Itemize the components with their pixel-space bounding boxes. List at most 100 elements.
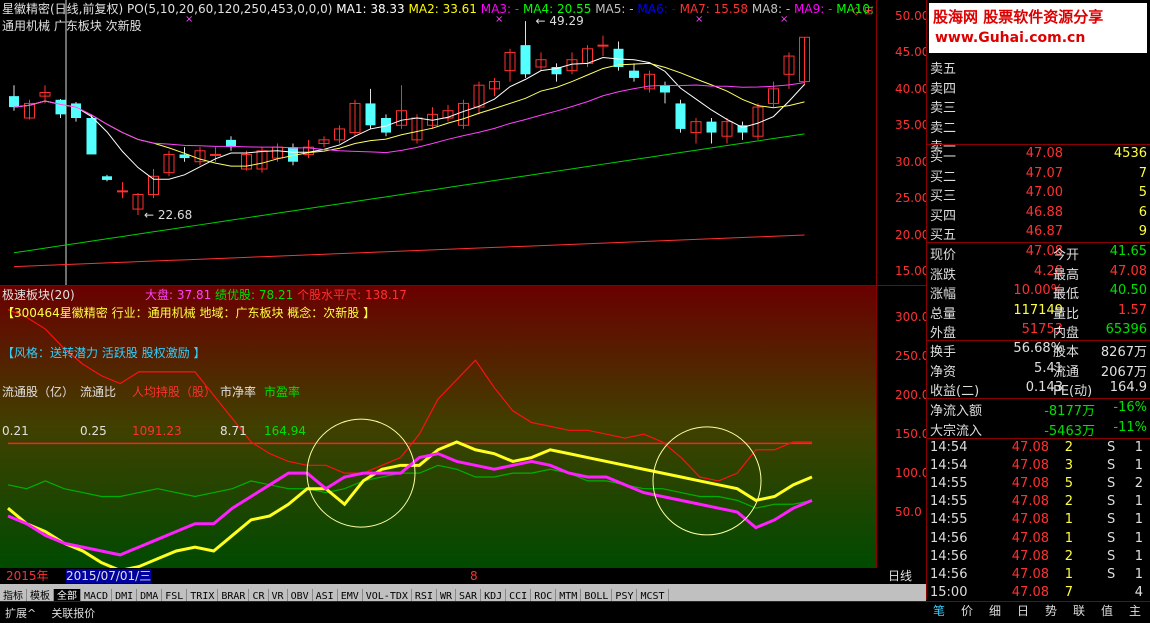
indicator-pane[interactable]: 极速板块(20) 大盘: 37.81 绩优股: 78.21 个股水平尺: 138…: [0, 286, 876, 573]
col-avg-holding: 人均持股（股）: [132, 385, 217, 399]
quote-label: 涨幅: [930, 287, 957, 302]
quote-row: 现价 47.08 今开 41.65: [927, 244, 1150, 263]
candle-body: [117, 190, 128, 193]
side-tab[interactable]: 主: [1129, 604, 1141, 618]
sell-level-label: 卖三: [930, 101, 957, 116]
candle-body: [210, 153, 221, 156]
low-price-label: ← 22.68: [144, 208, 192, 222]
buy-volume: 4536: [1113, 146, 1147, 161]
tick-volume: 2: [1064, 494, 1073, 510]
tick-count: 1: [1134, 440, 1143, 455]
val-pe: 164.94: [264, 424, 306, 438]
flow-row: 净流入额 -8177万 -16%: [927, 400, 1150, 419]
expand-button[interactable]: 扩展^: [0, 603, 41, 623]
side-tabs[interactable]: 笔价细日势联值主: [927, 602, 1150, 620]
buy-volume: 6: [1138, 204, 1147, 220]
fin-value: 2067万: [1100, 364, 1147, 380]
section-divider: [927, 438, 1150, 439]
ma7-line: [13, 234, 805, 268]
related-quote-button[interactable]: 关联报价: [46, 603, 100, 623]
fin-label: 收益(二): [930, 384, 980, 399]
tick-volume: 1: [1064, 566, 1073, 582]
high-price-label: ← 49.29: [536, 14, 584, 28]
indicator-tick: 200.0: [895, 388, 930, 403]
tick-time: 14:55: [930, 494, 968, 510]
price-tick: 40.00: [895, 81, 930, 96]
cursor-date: 2015/07/01/三: [66, 569, 152, 583]
fin-label: 流通: [1053, 364, 1080, 380]
buy-volume: 9: [1138, 224, 1147, 239]
buy-level-label: 买五: [930, 228, 957, 243]
price-tick: 15.00: [895, 264, 930, 278]
quote-value: 47.08: [1109, 263, 1147, 279]
candle-body: [365, 103, 376, 126]
quote-value: 40.50: [1109, 283, 1147, 298]
fin-value: 8267万: [1100, 345, 1147, 360]
price-tick: 45.00: [895, 45, 930, 60]
gegu-value: 个股水平尺: 138.17: [297, 288, 407, 302]
price-tick: 30.00: [895, 154, 930, 169]
logo-url: www.Guhai.com.cn: [935, 30, 1086, 46]
buy-volume: 7: [1138, 165, 1147, 181]
indicator-tabs[interactable]: 指标 模板 全部 MACD DMI DMA FSL TRIX BRAR CR VR OBV ASI EMV…: [0, 584, 926, 604]
side-tab[interactable]: 联: [1073, 604, 1085, 618]
sell-row: 卖三: [927, 97, 1150, 116]
sell-row: 卖二: [927, 117, 1150, 136]
ma3-line: [13, 82, 805, 154]
flow-pct: -16%: [1113, 400, 1147, 415]
quote-value: 1.57: [1118, 302, 1147, 318]
ma-legend-item: MA3: -: [480, 2, 523, 16]
dapan-value: 大盘: 37.81: [145, 288, 212, 302]
period-label[interactable]: 日线: [888, 569, 912, 583]
buy-row: 买五 46.87 9: [927, 224, 1150, 243]
quote-panel: 股海网 股票软件资源分享 www.Guhai.com.cn 卖五 卖四 卖三 卖二 卖一…: [926, 0, 1150, 618]
buy-price: 47.08: [1025, 146, 1063, 161]
quote-label: 外盘: [930, 326, 957, 341]
ma2-line: [13, 62, 805, 167]
ma4-line: [13, 133, 805, 254]
flow-label: 大宗流入: [930, 423, 983, 439]
sell-level-label: 卖四: [930, 81, 957, 97]
section-divider: [927, 398, 1150, 399]
buy-row: 买四 46.88 6: [927, 204, 1150, 224]
fin-value: 164.9: [1109, 380, 1147, 395]
side-tab[interactable]: 值: [1101, 604, 1113, 618]
chart-controls[interactable]: ◇ ⊞: [852, 4, 873, 17]
side-tab[interactable]: 日: [1017, 604, 1029, 618]
price-axis: 50.00 45.00 40.00 35.00 30.00 25.00 20.00 15.00…: [876, 0, 930, 568]
side-tab[interactable]: 势: [1045, 604, 1057, 618]
fin-label: 净资: [930, 364, 957, 380]
buy-row: 买一 47.08 4536: [927, 146, 1150, 165]
tick-time: 14:55: [930, 512, 968, 528]
tick-count: 1: [1134, 458, 1143, 474]
tick-row: 14:54 47.08 2 S 1: [927, 440, 1150, 458]
side-tab[interactable]: 笔: [933, 604, 945, 618]
candlestick-chart[interactable]: ← 49.29 ← 22.68 × × × × 星徽精密(日线,前复权) PO(5,10,…: [0, 0, 882, 285]
quote-value: 65396: [1105, 322, 1147, 337]
indicator-tick: 250.0: [895, 349, 930, 364]
quote-row: 外盘 51753 内盘 65396: [927, 322, 1150, 341]
flow-row: 大宗流入 -5463万 -11%: [927, 420, 1150, 439]
val-float-shares: 0.21: [2, 424, 29, 438]
indicator-title: 极速板块(20): [2, 288, 75, 302]
logo-text: 股海网 股票软件资源分享: [933, 8, 1104, 26]
ma-legend-item: MA1: 38.33: [336, 2, 409, 16]
tick-count: 1: [1134, 548, 1143, 564]
side-tab[interactable]: 细: [989, 604, 1001, 618]
price-tick: 25.00: [895, 191, 930, 206]
month-label: 8: [470, 569, 478, 583]
tick-count: 4: [1134, 584, 1143, 600]
candlestick-plot[interactable]: ← 49.29← 22.68× × × ×: [0, 0, 876, 285]
ma-legend-item: MA8: -: [751, 2, 795, 16]
candle-body: [706, 121, 717, 133]
fin-label: 股本: [1053, 345, 1080, 360]
side-tab[interactable]: 价: [961, 604, 973, 618]
jiyou-value: 绩优股: 78.21: [215, 288, 294, 302]
quote-label: 内盘: [1053, 326, 1080, 341]
tick-volume: 2: [1064, 548, 1073, 564]
candle-body: [381, 118, 391, 133]
ma-legend-item: MA4: 20.55: [522, 2, 596, 16]
date-bar[interactable]: 2015年 2015/07/01/三 8 日线: [0, 568, 926, 584]
quote-label: 最低: [1053, 287, 1080, 302]
quote-row: 总量 117149 量比 1.57: [927, 302, 1150, 322]
